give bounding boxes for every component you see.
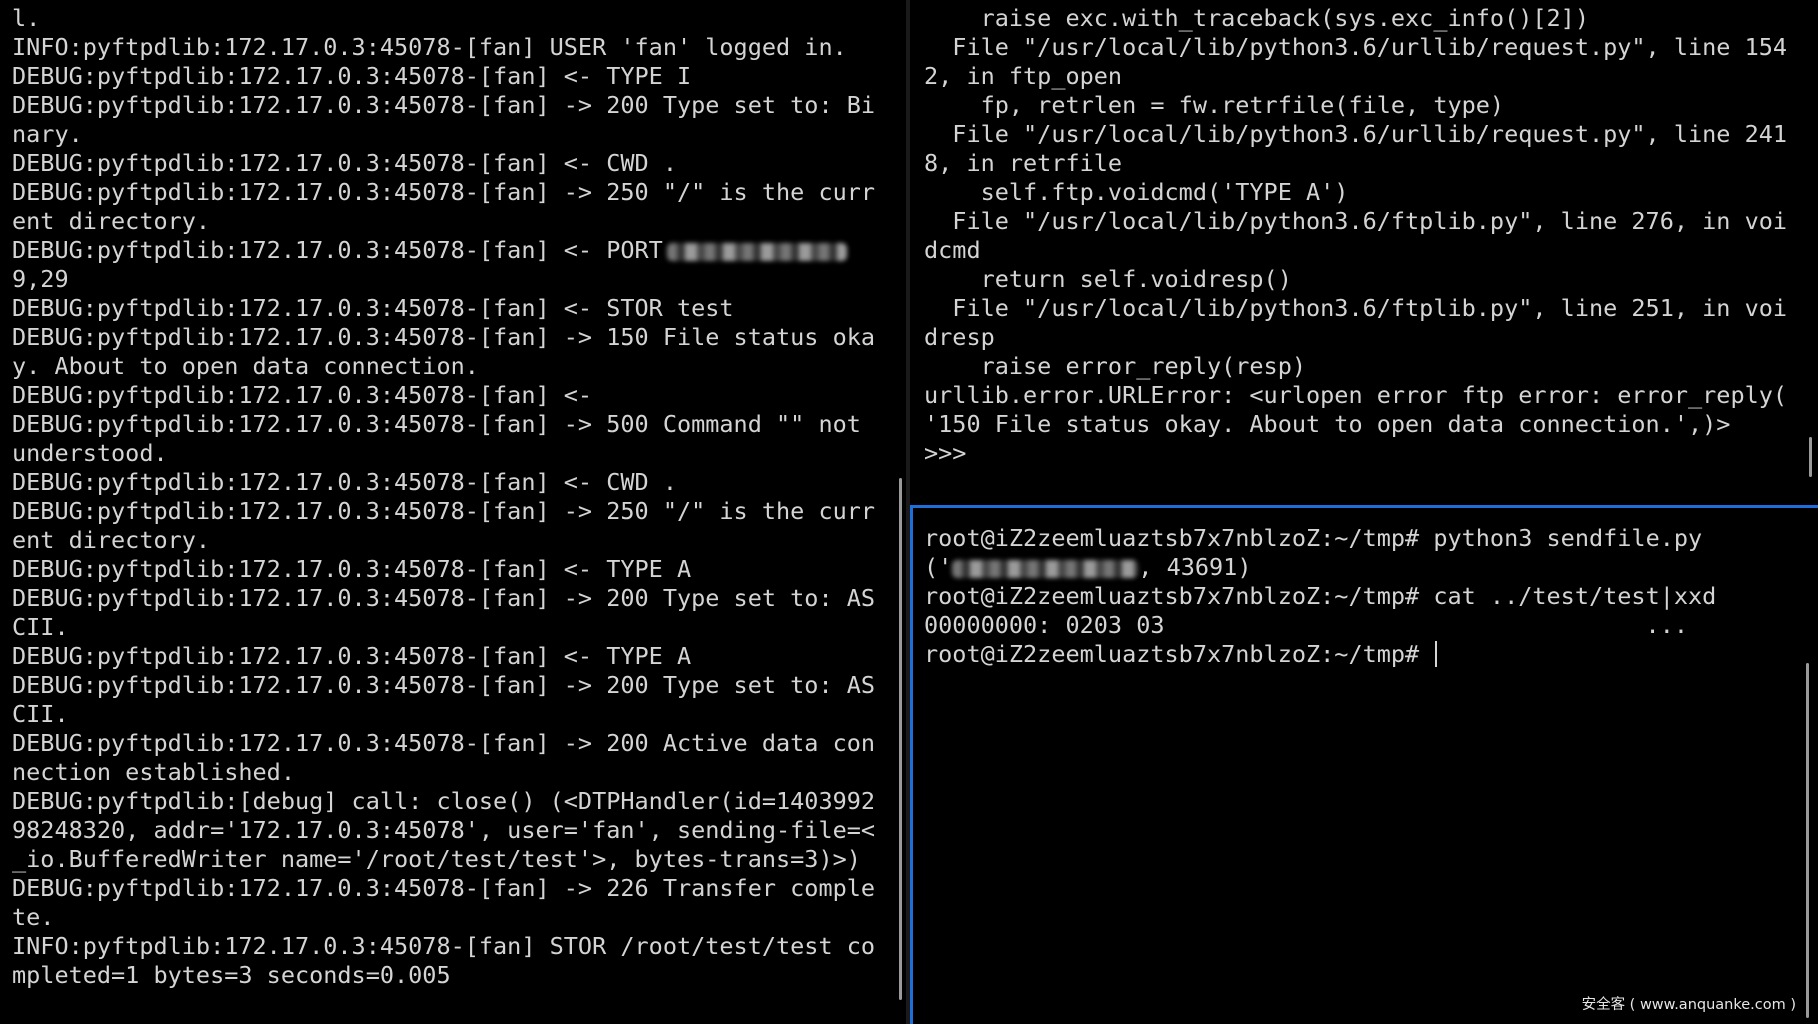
right-bottom-terminal-pane[interactable]: root@iZ2zeemluaztsb7x7nblzoZ:~/tmp# pyth… [910,505,1818,1024]
log-line: DEBUG:pyftpdlib:172.17.0.3:45078-[fan] -… [12,178,876,206]
output-suffix: , 43691) [1138,553,1252,581]
log-line: nection established. [12,758,295,786]
traceback-line: File "/usr/local/lib/python3.6/ftplib.py… [924,294,1788,322]
log-line: DEBUG:pyftpdlib:[debug] call: close() (<… [12,787,876,815]
log-line: CII. [12,700,69,728]
log-line: DEBUG:pyftpdlib:172.17.0.3:45078-[fan] -… [12,323,876,351]
log-line: INFO:pyftpdlib:172.17.0.3:45078-[fan] US… [12,33,847,61]
log-line: DEBUG:pyftpdlib:172.17.0.3:45078-[fan] -… [12,729,876,757]
traceback-line: '150 File status okay. About to open dat… [924,410,1731,438]
left-pane-scrollbar[interactable] [899,478,902,1000]
shell-prompt: root@iZ2zeemluaztsb7x7nblzoZ:~/tmp# [924,582,1434,610]
redacted-ip [952,559,1139,578]
log-line: DEBUG:pyftpdlib:172.17.0.3:45078-[fan] -… [12,410,861,438]
shell-command-line: root@iZ2zeemluaztsb7x7nblzoZ:~/tmp# cat … [924,582,1818,611]
traceback-line: raise error_reply(resp) [924,352,1307,380]
log-line: DEBUG:pyftpdlib:172.17.0.3:45078-[fan] -… [12,497,876,525]
python-prompt: >>> [924,439,967,467]
text-cursor [1435,641,1438,667]
log-line: understood. [12,439,168,467]
log-line: DEBUG:pyftpdlib:172.17.0.3:45078-[fan] <… [12,149,677,177]
shell-prompt: root@iZ2zeemluaztsb7x7nblzoZ:~/tmp# [924,524,1434,552]
output-prefix: (' [924,553,953,581]
traceback-line: return self.voidresp() [924,265,1292,293]
log-line: 9,29 [12,265,69,293]
traceback-line: self.ftp.voidcmd('TYPE A') [924,178,1349,206]
log-line: DEBUG:pyftpdlib:172.17.0.3:45078-[fan] <… [12,381,593,409]
shell-command: python3 sendfile.py [1433,524,1703,552]
log-line: te. [12,903,55,931]
traceback-line: File "/usr/local/lib/python3.6/urllib/re… [924,33,1788,61]
log-line: DEBUG:pyftpdlib:172.17.0.3:45078-[fan] -… [12,91,876,119]
log-line: DEBUG:pyftpdlib:172.17.0.3:45078-[fan] -… [12,671,876,699]
traceback-line: urllib.error.URLError: <urlopen error ft… [924,381,1788,409]
traceback-line: fp, retrlen = fw.retrfile(file, type) [924,91,1505,119]
log-line: l. [12,4,41,32]
log-line: DEBUG:pyftpdlib:172.17.0.3:45078-[fan] <… [12,62,692,90]
shell-prompt: root@iZ2zeemluaztsb7x7nblzoZ:~/tmp# [924,640,1434,668]
traceback-output: raise exc.with_traceback(sys.exc_info()[… [912,0,1818,468]
log-line: nary. [12,120,83,148]
log-line: DEBUG:pyftpdlib:172.17.0.3:45078-[fan] <… [12,555,692,583]
shell-output: root@iZ2zeemluaztsb7x7nblzoZ:~/tmp# pyth… [913,508,1818,669]
log-line: _io.BufferedWriter name='/root/test/test… [12,845,861,873]
redacted-address [666,242,847,261]
log-line: DEBUG:pyftpdlib:172.17.0.3:45078-[fan] <… [12,236,906,265]
log-line-text: DEBUG:pyftpdlib:172.17.0.3:45078-[fan] <… [12,236,663,264]
traceback-line: File "/usr/local/lib/python3.6/ftplib.py… [924,207,1788,235]
traceback-line: File "/usr/local/lib/python3.6/urllib/re… [924,120,1788,148]
traceback-line: 8, in retrfile [924,149,1123,177]
log-line: DEBUG:pyftpdlib:172.17.0.3:45078-[fan] <… [12,642,692,670]
log-line: ent directory. [12,526,211,554]
traceback-line: dcmd [924,236,981,264]
left-terminal-output: l. INFO:pyftpdlib:172.17.0.3:45078-[fan] … [0,0,906,990]
log-line: CII. [12,613,69,641]
right-top-pane-scrollbar[interactable] [1809,437,1812,477]
right-top-terminal-pane[interactable]: raise exc.with_traceback(sys.exc_info()[… [912,0,1818,505]
traceback-line: raise exc.with_traceback(sys.exc_info()[… [924,4,1589,32]
log-line: y. About to open data connection. [12,352,479,380]
log-line: mpleted=1 bytes=3 seconds=0.005 [12,961,451,989]
log-line: ent directory. [12,207,211,235]
shell-command-line: root@iZ2zeemluaztsb7x7nblzoZ:~/tmp# pyth… [924,524,1818,553]
shell-output-line: (' , 43691) [924,553,1818,582]
traceback-line: dresp [924,323,995,351]
log-line: DEBUG:pyftpdlib:172.17.0.3:45078-[fan] -… [12,874,876,902]
shell-output-line: 00000000: 0203 03 ... [924,611,1689,639]
log-line: DEBUG:pyftpdlib:172.17.0.3:45078-[fan] <… [12,468,677,496]
shell-command: cat ../test/test|xxd [1433,582,1717,610]
right-bottom-pane-scrollbar[interactable] [1806,663,1809,1018]
log-line: DEBUG:pyftpdlib:172.17.0.3:45078-[fan] -… [12,584,876,612]
log-line: DEBUG:pyftpdlib:172.17.0.3:45078-[fan] <… [12,294,734,322]
log-line: 98248320, addr='172.17.0.3:45078', user=… [12,816,876,844]
shell-command-line[interactable]: root@iZ2zeemluaztsb7x7nblzoZ:~/tmp# [924,640,1818,669]
watermark: 安全客 ( www.anquanke.com ) [1581,997,1796,1013]
left-terminal-pane[interactable]: l. INFO:pyftpdlib:172.17.0.3:45078-[fan] … [0,0,906,1024]
log-line: INFO:pyftpdlib:172.17.0.3:45078-[fan] ST… [12,932,876,960]
traceback-line: 2, in ftp_open [924,62,1123,90]
